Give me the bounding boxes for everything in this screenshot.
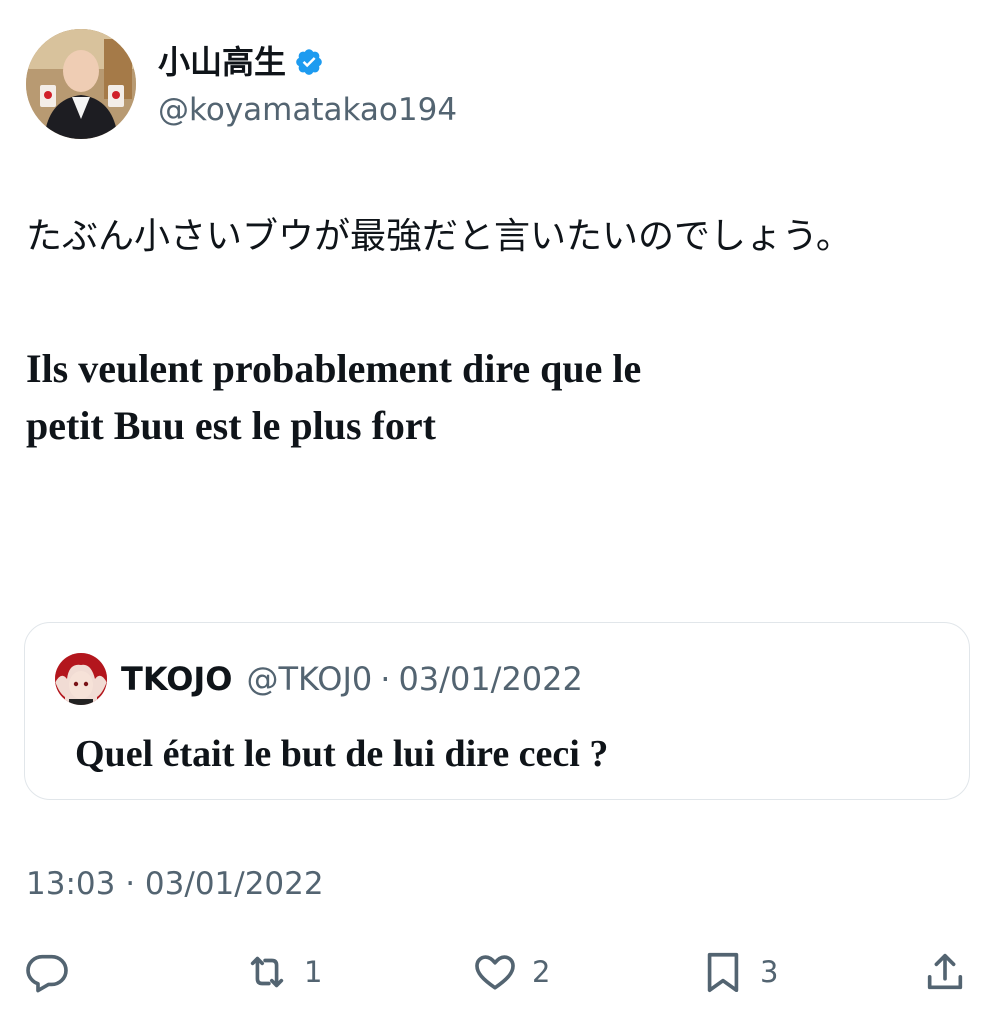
author-display-name[interactable]: 小山高生 [158,42,286,82]
heart-icon [472,949,518,995]
tweet-text-japanese: たぶん小さいブウが最強だと言いたいのでしょう。 [26,216,852,257]
quote-header: TKOJO @TKOJ0 · 03/01/2022 [121,659,583,699]
tweet-text-translation: Ils veulent probablement dire que le pet… [26,340,926,454]
share-icon [922,949,968,995]
reply-icon [24,949,70,995]
like-count: 2 [532,955,551,989]
tweet-card: 小山高生 @koyamatakao194 たぶん小さいブウが最強だと言いたいので… [0,0,994,1024]
translation-line-1: Ils veulent probablement dire que le [26,346,642,391]
bookmark-icon [700,949,746,995]
translation-line-2: petit Buu est le plus fort [26,403,436,448]
tweet-date: 03/01/2022 [144,866,324,902]
quote-author-handle[interactable]: @TKOJ0 [247,659,373,699]
author-avatar[interactable] [26,29,136,139]
author-handle[interactable]: @koyamatakao194 [158,90,457,130]
quoted-tweet[interactable]: TKOJO @TKOJ0 · 03/01/2022 Quel était le … [24,622,970,800]
bookmark-button[interactable]: 3 [700,944,778,1000]
quote-author-avatar[interactable] [55,653,107,705]
author-name-row: 小山高生 [158,42,324,82]
like-button[interactable]: 2 [472,944,550,1000]
reply-button[interactable] [24,944,70,1000]
quote-separator: · [380,660,391,698]
retweet-button[interactable]: 1 [244,944,322,1000]
share-button[interactable] [922,944,968,1000]
tweet-time: 13:03 [26,866,116,902]
verified-badge-icon [294,47,324,77]
quote-author-name[interactable]: TKOJO [121,659,233,699]
action-bar: 1 2 3 [0,944,994,1000]
quote-date[interactable]: 03/01/2022 [398,659,582,699]
quote-text: Quel était le but de lui dire ceci ? [75,733,609,775]
retweet-count: 1 [304,955,323,989]
tweet-timestamp[interactable]: 13:03 · 03/01/2022 [26,864,324,904]
retweet-icon [244,949,290,995]
bookmark-count: 3 [760,955,779,989]
timestamp-separator: · [125,866,136,902]
